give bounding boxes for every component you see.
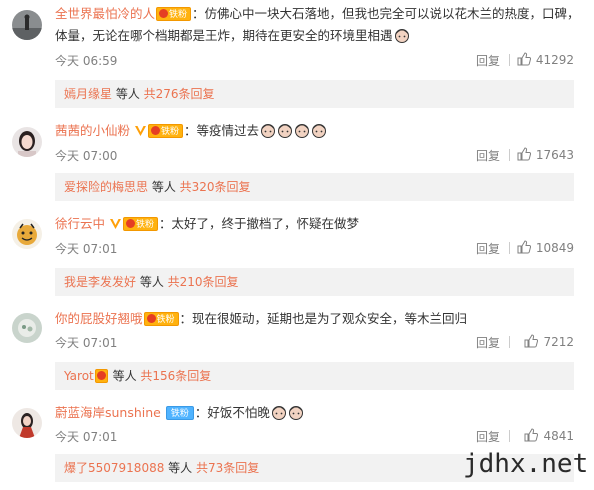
like-button[interactable]: 10849 — [517, 240, 574, 255]
comment-item: 你的屁股好翘哦 铁粉 ：现在很姬动，延期也是为了观众安全，等木兰回归 今天 07:0… — [0, 302, 594, 400]
avatar[interactable] — [12, 127, 42, 157]
like-count: 4841 — [543, 429, 574, 443]
reply-button[interactable]: 回复 — [476, 52, 500, 69]
divider — [509, 430, 510, 442]
reply-username[interactable]: 嫣月缘星 — [64, 87, 112, 101]
face-emoji-icon — [311, 122, 327, 138]
like-button[interactable]: 4841 — [524, 428, 574, 443]
comment-text: ：太好了，终于撤档了，怀疑在做梦 — [159, 216, 360, 231]
like-button[interactable]: 17643 — [517, 147, 574, 162]
thumbs-up-icon — [517, 147, 531, 161]
divider — [509, 336, 510, 348]
reply-summary[interactable]: Yarot 等人 共156条回复 — [55, 362, 574, 390]
fan-badge[interactable]: 铁粉 — [165, 405, 194, 420]
reply-button[interactable]: 回复 — [476, 334, 500, 351]
v-verified-icon — [110, 219, 121, 229]
face-emoji-icon — [288, 404, 304, 420]
like-count: 17643 — [535, 148, 574, 162]
fan-badge[interactable]: 铁粉 — [143, 311, 179, 326]
avatar[interactable] — [12, 408, 42, 438]
crown-icon — [146, 313, 156, 323]
comment-body: 蔚蓝海岸sunshine 铁粉 ：好饭不怕晚 — [55, 402, 580, 424]
reply-count-link[interactable]: 共156条回复 — [140, 369, 211, 383]
crown-icon — [159, 8, 169, 18]
like-count: 10849 — [535, 241, 574, 255]
username-link[interactable]: 蔚蓝海岸sunshine — [55, 405, 161, 420]
reply-count-link[interactable]: 共320条回复 — [180, 180, 251, 194]
reply-count-link[interactable]: 共210条回复 — [168, 275, 239, 289]
comment-item: 徐行云中 铁粉 ：太好了，终于撤档了，怀疑在做梦 今天 07:01 回复 1084… — [0, 210, 594, 302]
thumbs-up-icon — [524, 428, 539, 442]
thumbs-up-icon — [524, 334, 539, 348]
face-emoji-icon — [260, 122, 276, 138]
username-link[interactable]: 你的屁股好翘哦 — [55, 311, 143, 326]
comment-meta: 今天 07:01 回复 4841 — [55, 428, 580, 444]
comment-meta: 今天 06:59 回复 41292 — [55, 52, 580, 68]
comment-body: 徐行云中 铁粉 ：太好了，终于撤档了，怀疑在做梦 — [55, 213, 580, 235]
comment-body: 茜茜的小仙粉 铁粉 ：等疫情过去 — [55, 120, 580, 142]
fan-badge[interactable]: 铁粉 — [123, 216, 159, 231]
like-count: 7212 — [543, 335, 574, 349]
reply-mid-text: 等人 — [136, 275, 168, 289]
comment-meta: 今天 07:00 回复 17643 — [55, 147, 580, 163]
comment-time: 今天 06:59 — [55, 54, 118, 68]
reply-button[interactable]: 回复 — [476, 147, 500, 164]
face-emoji-icon — [277, 122, 293, 138]
reply-summary[interactable]: 爱探险的梅思思 等人 共320条回复 — [55, 173, 574, 201]
like-button[interactable]: 7212 — [524, 334, 574, 349]
reply-count-link[interactable]: 共276条回复 — [144, 87, 215, 101]
reply-mid-text: 等人 — [112, 87, 144, 101]
comment-item: 茜茜的小仙粉 铁粉 ：等疫情过去 今天 07:00 回复 17643 爱探险的梅思… — [0, 118, 594, 210]
avatar[interactable] — [12, 10, 42, 40]
reply-mid-text: 等人 — [164, 461, 196, 475]
username-link[interactable]: 全世界最怕冷的人 — [55, 6, 155, 21]
thumbs-up-icon — [517, 240, 531, 254]
reply-username[interactable]: 我是李发发好 — [64, 275, 136, 289]
fan-badge[interactable]: 铁粉 — [156, 6, 192, 21]
reply-username[interactable]: 爆了5507918088 — [64, 461, 164, 475]
reply-button[interactable]: 回复 — [476, 240, 500, 257]
reply-button[interactable]: 回复 — [476, 428, 500, 445]
divider — [509, 242, 510, 254]
fan-badge — [94, 368, 108, 383]
comment-body: 全世界最怕冷的人 铁粉 ：仿佛心中一块大石落地，但我也完全可以说以花木兰的热度，口碑… — [55, 3, 580, 47]
divider — [509, 149, 510, 161]
like-button[interactable]: 41292 — [517, 52, 574, 67]
reply-mid-text: 等人 — [148, 180, 180, 194]
comment-body: 你的屁股好翘哦 铁粉 ：现在很姬动，延期也是为了观众安全，等木兰回归 — [55, 308, 580, 330]
reply-username[interactable]: Yarot — [64, 369, 94, 383]
face-emoji-icon — [271, 404, 287, 420]
username-link[interactable]: 徐行云中 — [55, 216, 105, 231]
comment-time: 今天 07:01 — [55, 242, 118, 256]
comment-item: 全世界最怕冷的人 铁粉 ：仿佛心中一块大石落地，但我也完全可以说以花木兰的热度，口碑… — [0, 0, 594, 118]
face-emoji-icon — [394, 27, 410, 43]
reply-username[interactable]: 爱探险的梅思思 — [64, 180, 148, 194]
site-watermark: jdhx.net — [463, 449, 589, 479]
comment-text: ：等疫情过去 — [184, 123, 260, 138]
comment-meta: 今天 07:01 回复 10849 — [55, 240, 580, 256]
comment-time: 今天 07:01 — [55, 336, 118, 350]
fan-badge[interactable]: 铁粉 — [148, 123, 184, 138]
username-link[interactable]: 茜茜的小仙粉 — [55, 123, 130, 138]
avatar[interactable] — [12, 313, 42, 343]
comment-text: ：现在很姬动，延期也是为了观众安全，等木兰回归 — [179, 311, 468, 326]
v-verified-icon — [135, 126, 146, 136]
thumbs-up-icon — [517, 52, 531, 66]
reply-summary[interactable]: 我是李发发好 等人 共210条回复 — [55, 268, 574, 296]
reply-mid-text: 等人 — [108, 369, 141, 383]
crown-icon — [151, 125, 160, 135]
face-emoji-icon — [294, 122, 310, 138]
reply-summary[interactable]: 嫣月缘星 等人 共276条回复 — [55, 80, 574, 108]
like-count: 41292 — [535, 53, 574, 67]
divider — [509, 54, 510, 66]
avatar[interactable] — [12, 219, 42, 249]
crown-icon — [126, 218, 135, 228]
reply-count-link[interactable]: 共73条回复 — [196, 461, 259, 475]
crown-icon — [96, 370, 106, 380]
comment-text: ：好饭不怕晚 — [194, 405, 270, 420]
comment-meta: 今天 07:01 回复 7212 — [55, 334, 580, 350]
comment-time: 今天 07:01 — [55, 430, 118, 444]
comment-time: 今天 07:00 — [55, 149, 118, 163]
